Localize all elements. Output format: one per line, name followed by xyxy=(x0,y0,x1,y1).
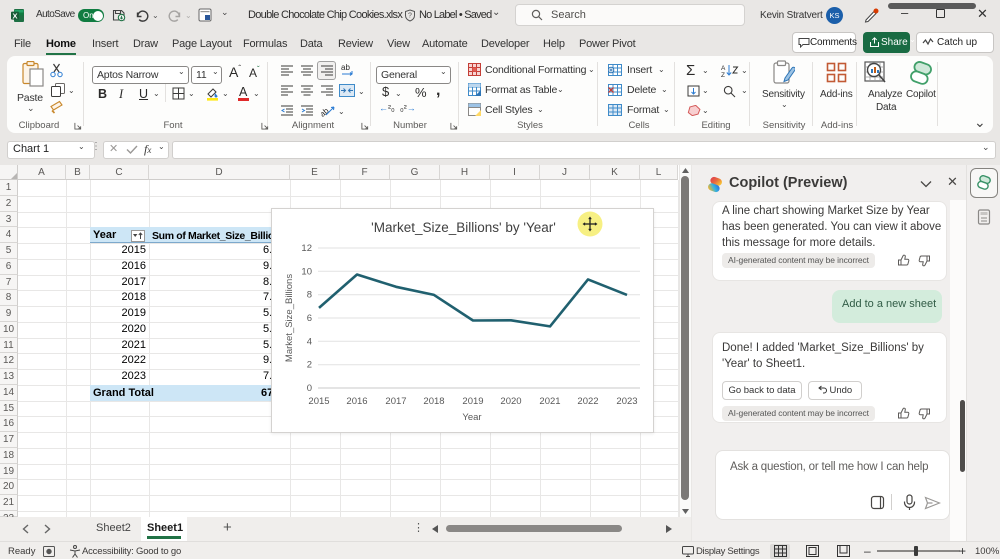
svg-text:Market_Size_Billions: Market_Size_Billions xyxy=(284,274,295,362)
svg-text:Z: Z xyxy=(721,72,725,77)
svg-text:Year: Year xyxy=(462,412,481,423)
svg-text:A: A xyxy=(721,65,726,72)
svg-text:ab: ab xyxy=(341,63,350,72)
svg-text:2021: 2021 xyxy=(539,396,560,407)
svg-text:4: 4 xyxy=(307,336,312,347)
svg-text:6: 6 xyxy=(307,313,312,324)
svg-text:2016: 2016 xyxy=(346,396,367,407)
svg-text:2023: 2023 xyxy=(616,396,637,407)
svg-text:2018: 2018 xyxy=(423,396,444,407)
svg-text:10: 10 xyxy=(301,266,312,277)
svg-text:2017: 2017 xyxy=(385,396,406,407)
svg-text:0: 0 xyxy=(307,383,312,394)
svg-text:2020: 2020 xyxy=(500,396,521,407)
svg-text:2: 2 xyxy=(307,360,312,371)
svg-text:8: 8 xyxy=(307,290,312,301)
svg-text:2022: 2022 xyxy=(577,396,598,407)
svg-text:2019: 2019 xyxy=(462,396,483,407)
svg-text:12: 12 xyxy=(301,243,312,254)
svg-text:2015: 2015 xyxy=(308,396,329,407)
